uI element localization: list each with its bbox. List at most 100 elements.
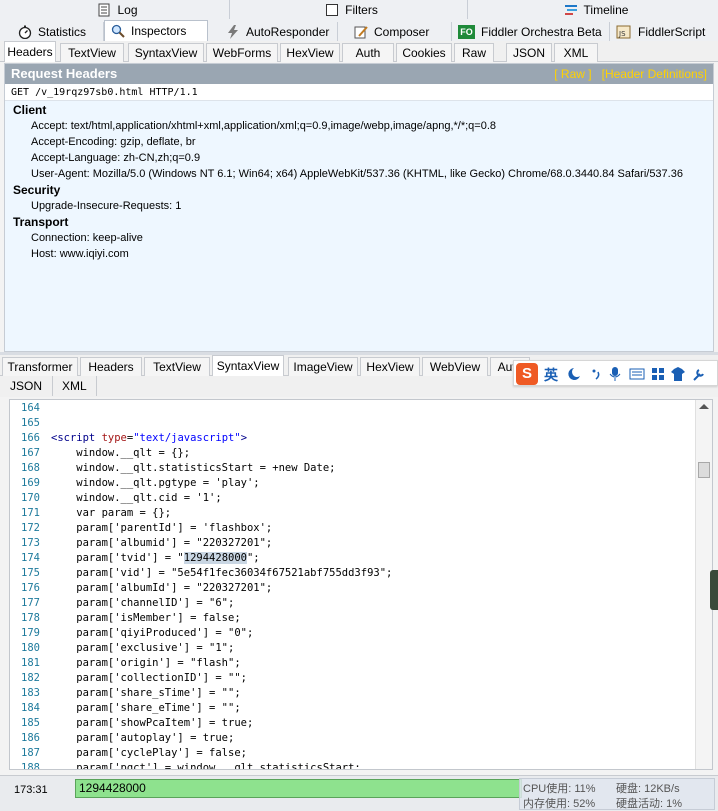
checkbox-icon	[325, 3, 339, 17]
req-tab-syntaxview[interactable]: SyntaxView	[128, 43, 204, 62]
tab-statistics-label: Statistics	[38, 24, 87, 39]
code-line: param['origin'] = "flash";	[51, 657, 241, 669]
tab-filters[interactable]: Filters	[230, 0, 468, 19]
quickexec-input[interactable]: 1294428000	[75, 779, 522, 798]
header-definitions-link[interactable]: [Header Definitions]	[602, 67, 707, 81]
req-tab-syntaxview-label: SyntaxView	[134, 46, 198, 60]
ime-toolbar: S 英	[513, 360, 718, 386]
req-tab-webforms-label: WebForms	[212, 46, 272, 60]
resp-tab-imageview-label: ImageView	[293, 360, 353, 374]
resp-tab-xml[interactable]: XML	[62, 379, 87, 393]
req-tab-textview[interactable]: TextView	[60, 43, 124, 62]
line-number: 182	[21, 672, 40, 684]
req-tab-hexview-label: HexView	[286, 46, 334, 60]
scroll-thumb[interactable]	[698, 462, 710, 478]
header-accept[interactable]: Accept: text/html,application/xhtml+xml,…	[31, 120, 496, 132]
req-tab-hexview[interactable]: HexView	[280, 43, 340, 62]
line-number: 177	[21, 597, 40, 609]
req-tab-xml[interactable]: XML	[554, 43, 598, 62]
line-number: 164	[21, 402, 40, 414]
tab-divider	[96, 376, 97, 396]
tab-log[interactable]: Log	[0, 0, 230, 19]
line-number: 186	[21, 732, 40, 744]
code-line: param['collectionID'] = "";	[51, 672, 247, 684]
req-tab-textview-label: TextView	[68, 46, 116, 60]
req-tab-cookies[interactable]: Cookies	[396, 43, 452, 62]
line-number: 185	[21, 717, 40, 729]
header-group-security: Security	[13, 183, 61, 197]
code-line: var param = {};	[51, 507, 172, 519]
code-line: <script type="text/javascript">	[51, 432, 248, 444]
code-line: param['share_sTime'] = "";	[51, 687, 241, 699]
header-host[interactable]: Host: www.iqiyi.com	[31, 248, 129, 260]
resp-tab-webview-label: WebView	[429, 360, 481, 374]
syntax-code-view[interactable]: 164 165 166 167 168 169 170 171 172 173 174 175 176 1…	[9, 399, 713, 770]
resp-tab-hexview[interactable]: HexView	[360, 357, 420, 376]
cursor-position: 173:31	[14, 784, 48, 796]
header-group-client: Client	[13, 103, 47, 117]
line-number: 167	[21, 447, 40, 459]
header-links: [ Raw ] [Header Definitions]	[554, 64, 707, 84]
svg-text:JS: JS	[618, 30, 626, 38]
resp-tab-syntaxview[interactable]: SyntaxView	[212, 355, 284, 376]
header-connection[interactable]: Connection: keep-alive	[31, 232, 143, 244]
req-tab-webforms[interactable]: WebForms	[206, 43, 278, 62]
code-line: param['albumId'] = "220327201";	[51, 582, 273, 594]
tab-filters-label: Filters	[345, 2, 378, 17]
disk-speed: 硬盘: 12KB/s	[616, 783, 680, 795]
fo-badge-icon: FO	[458, 24, 475, 39]
resp-tab-hexview-label: HexView	[366, 360, 414, 374]
scroll-up-arrow-icon[interactable]	[699, 404, 709, 409]
code-line: param['vid'] = "5e54f1fec36034f67521abf7…	[51, 567, 393, 579]
header-group-transport: Transport	[13, 215, 69, 229]
req-tab-headers[interactable]: Headers	[4, 41, 56, 62]
resp-tab-json[interactable]: JSON	[10, 379, 42, 393]
tab-statistics[interactable]: Statistics	[12, 22, 104, 41]
resp-tab-transformer[interactable]: Transformer	[2, 357, 78, 376]
code-line: param['channelID'] = "6";	[51, 597, 235, 609]
script-icon: JS	[616, 25, 632, 39]
line-number: 173	[21, 537, 40, 549]
stopwatch-icon	[18, 25, 32, 39]
tab-composer[interactable]: Composer	[348, 22, 452, 41]
top-tab-row-2: Statistics Inspectors AutoResponder Comp…	[0, 20, 718, 42]
req-tab-json[interactable]: JSON	[506, 43, 552, 62]
line-number: 169	[21, 477, 40, 489]
raw-link[interactable]: [ Raw ]	[554, 67, 591, 81]
tab-autoresponder[interactable]: AutoResponder	[220, 22, 338, 41]
line-number: 187	[21, 747, 40, 759]
line-number: 180	[21, 642, 40, 654]
ime-lang-toggle[interactable]: 英	[544, 365, 558, 385]
header-accept-encoding[interactable]: Accept-Encoding: gzip, deflate, br	[31, 136, 195, 148]
tab-inspectors[interactable]: Inspectors	[104, 20, 208, 41]
tab-timeline[interactable]: Timeline	[468, 0, 718, 19]
tab-fiddler-orchestra[interactable]: FO Fiddler Orchestra Beta	[452, 22, 610, 41]
request-headers-panel: Request Headers [ Raw ] [Header Definiti…	[4, 63, 714, 352]
header-upgrade-insecure[interactable]: Upgrade-Insecure-Requests: 1	[31, 200, 181, 212]
header-user-agent[interactable]: User-Agent: Mozilla/5.0 (Windows NT 6.1;…	[31, 168, 683, 180]
tab-log-label: Log	[117, 2, 138, 17]
system-monitor-overlay: CPU使用: 11% 硬盘: 12KB/s 内存使用: 52% 硬盘活动: 1%	[519, 778, 715, 810]
resp-tab-textview[interactable]: TextView	[144, 357, 210, 376]
req-tab-auth[interactable]: Auth	[342, 43, 394, 62]
line-number: 171	[21, 507, 40, 519]
sogou-logo-icon[interactable]: S	[516, 363, 538, 385]
line-number: 181	[21, 657, 40, 669]
tab-fiddler-orchestra-label: Fiddler Orchestra Beta	[481, 24, 602, 39]
header-accept-language[interactable]: Accept-Language: zh-CN,zh;q=0.9	[31, 152, 200, 164]
side-panel-handle[interactable]	[710, 570, 718, 610]
tab-fiddlerscript[interactable]: JS FiddlerScript	[610, 22, 718, 41]
tab-timeline-label: Timeline	[583, 2, 629, 17]
cpu-usage: CPU使用: 11%	[523, 783, 596, 795]
req-tab-raw[interactable]: Raw	[454, 43, 494, 62]
resp-tab-imageview[interactable]: ImageView	[288, 357, 358, 376]
ime-tool-icons[interactable]	[566, 366, 716, 382]
resp-tab-headers[interactable]: Headers	[80, 357, 142, 376]
resp-tab-headers-label: Headers	[88, 360, 134, 374]
line-number: 188	[21, 762, 40, 770]
req-tab-headers-label: Headers	[7, 45, 53, 59]
request-inspector-tabs: Headers TextView SyntaxView WebForms Hex…	[0, 41, 718, 62]
memory-usage: 内存使用: 52%	[523, 798, 596, 810]
line-number: 183	[21, 687, 40, 699]
resp-tab-webview[interactable]: WebView	[422, 357, 488, 376]
